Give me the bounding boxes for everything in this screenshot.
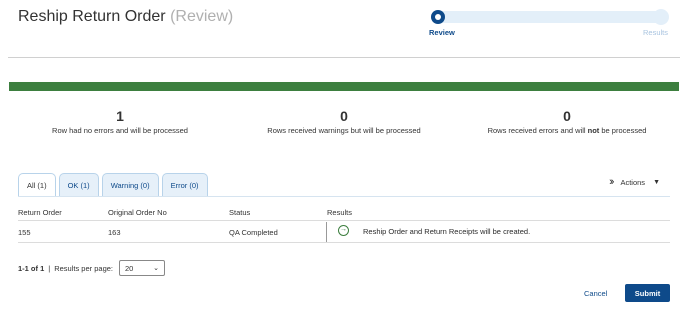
pagination-separator: |: [48, 263, 51, 273]
processing-progress-bar: [9, 82, 679, 91]
column-header-status: Status: [229, 208, 251, 217]
column-header-original-order-no: Original Order No: [108, 208, 167, 217]
page-title: Reship Return Order (Review): [18, 8, 233, 26]
tab-warning[interactable]: Warning (0): [101, 173, 159, 196]
double-chevron-right-icon: ››: [609, 176, 615, 188]
table-row: 155 163 QA Completed → Reship Order and …: [18, 221, 670, 243]
summary-warnings: 0 Rows received warnings but will be pro…: [234, 108, 454, 135]
results-divider: [326, 222, 327, 242]
tab-error[interactable]: Error (0): [161, 173, 208, 196]
summary-ok: 1 Row had no errors and will be processe…: [10, 108, 230, 135]
stepper-track: [438, 11, 662, 23]
table-header-row: Return Order Original Order No Status Re…: [18, 203, 670, 221]
summary-warnings-text: Rows received warnings but will be proce…: [267, 126, 421, 135]
summary-warnings-count: 0: [340, 108, 348, 124]
tab-all[interactable]: All (1): [18, 173, 56, 196]
chevron-down-icon: ⌄: [153, 265, 160, 272]
actions-menu-button[interactable]: ›› Actions ▼: [609, 176, 660, 188]
summary-errors-text-after: be processed: [599, 126, 647, 135]
summary-errors-text-emphasis: not: [587, 126, 600, 135]
arrow-right-circle-icon: →: [338, 225, 349, 236]
summary-ok-count: 1: [116, 108, 124, 124]
result-tabs: All (1) OK (1) Warning (0) Error (0): [18, 173, 208, 196]
step-results-label: Results: [642, 28, 668, 37]
summary-errors-text-before: Rows received errors and will: [487, 126, 588, 135]
progress-stepper: Review Results: [429, 8, 670, 40]
results-per-page-label: Results per page:: [54, 263, 114, 273]
results-per-page-value: 20: [125, 263, 134, 273]
tab-ok[interactable]: OK (1): [58, 173, 99, 196]
results-per-page-select[interactable]: 20 ⌄: [119, 260, 166, 276]
cell-status: QA Completed: [229, 228, 278, 237]
step-review-label: Review: [429, 28, 455, 37]
summary-errors-count: 0: [563, 108, 571, 124]
caret-down-icon: ▼: [653, 178, 660, 186]
cell-result-message: Reship Order and Return Receipts will be…: [363, 227, 531, 236]
progress-fill: [9, 82, 679, 91]
pagination: 1-1 of 1 | Results per page: 20 ⌄: [18, 260, 166, 276]
actions-label: Actions: [620, 177, 646, 187]
step-results-marker: [653, 9, 669, 25]
page-title-text: Reship Return Order: [18, 8, 166, 25]
pagination-range: 1-1 of 1: [18, 263, 45, 273]
column-header-results: Results: [327, 208, 353, 217]
submit-button[interactable]: Submit: [625, 284, 670, 302]
step-review-marker: [431, 10, 445, 24]
tab-underline: [18, 196, 670, 197]
column-header-return-order: Return Order: [18, 208, 62, 217]
cell-original-order-no: 163: [108, 228, 121, 237]
summary-errors: 0 Rows received errors and will not be p…: [457, 108, 677, 135]
results-table: Return Order Original Order No Status Re…: [18, 203, 670, 243]
summary-errors-text: Rows received errors and will not be pro…: [457, 126, 677, 135]
cancel-button[interactable]: Cancel: [584, 289, 607, 298]
cell-return-order: 155: [18, 228, 31, 237]
header-divider: [8, 57, 680, 58]
page-title-subtitle: (Review): [170, 8, 234, 25]
summary-ok-text: Row had no errors and will be processed: [52, 126, 188, 135]
